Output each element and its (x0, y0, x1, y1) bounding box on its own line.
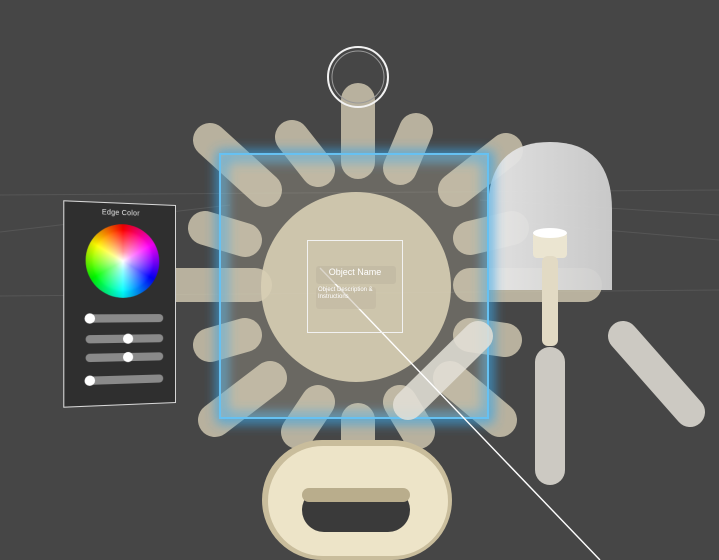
slider-1-knob[interactable] (84, 313, 96, 324)
slider-4-knob[interactable] (84, 375, 96, 387)
slider-2[interactable] (85, 333, 164, 344)
object-description: Object Description & Instructions (318, 287, 373, 300)
slider-3-knob[interactable] (122, 351, 134, 363)
slider-3[interactable] (85, 351, 164, 363)
ring-model (262, 440, 452, 560)
edge-color-title: Edge Color (101, 209, 140, 218)
object-name: Object Name (328, 267, 382, 277)
color-wheel-shade (85, 223, 160, 298)
slider-4[interactable] (84, 374, 164, 387)
viewport-scene[interactable]: Edge Color Object Name Object Descriptio… (0, 0, 719, 560)
slider-2-knob[interactable] (122, 333, 134, 344)
object-info-card[interactable]: Object Name Object Description & Instruc… (307, 240, 403, 333)
edge-color-panel[interactable]: Edge Color (63, 200, 176, 408)
slider-1[interactable] (84, 313, 164, 324)
